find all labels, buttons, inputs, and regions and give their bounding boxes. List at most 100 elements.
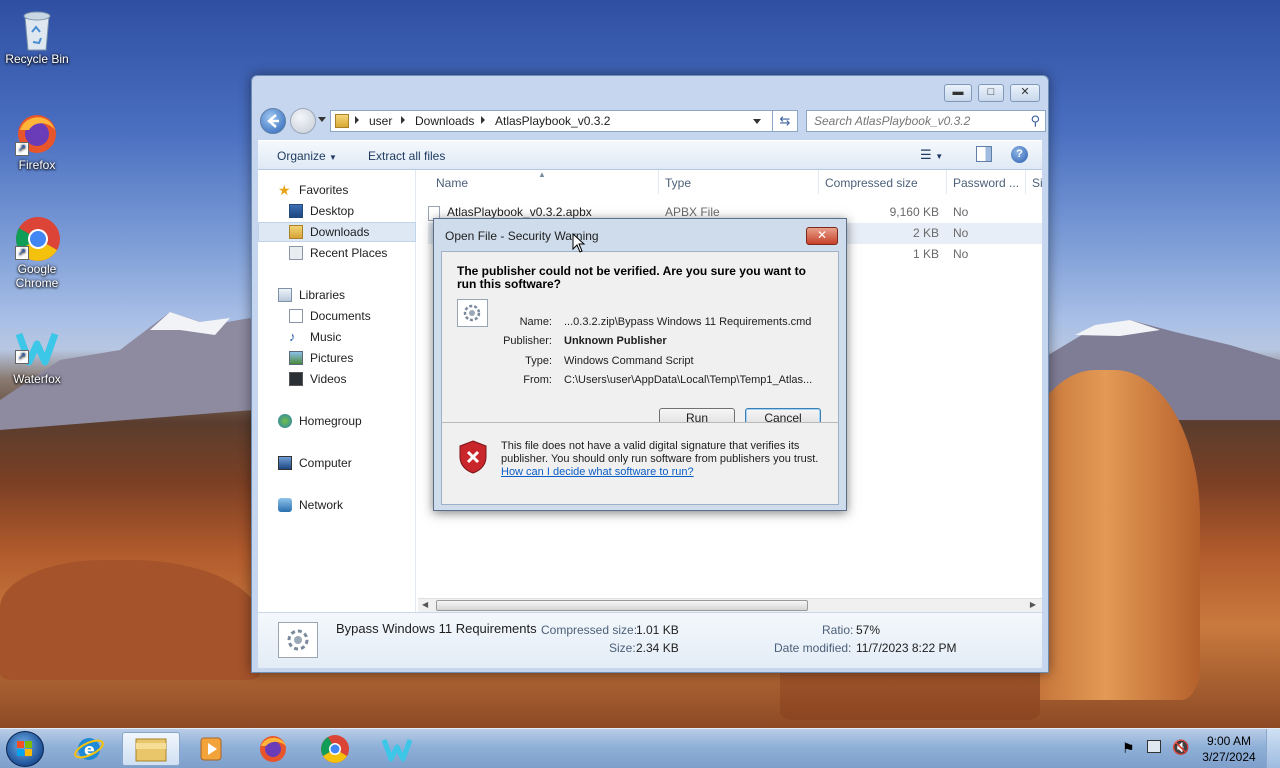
view-options-icon[interactable]: ☰ ▼ xyxy=(920,147,943,163)
media-player-icon xyxy=(200,737,222,761)
field-label: Publisher: xyxy=(503,335,552,347)
taskbar-firefox[interactable] xyxy=(244,732,302,766)
desktop-icon-label: Waterfox xyxy=(13,372,61,386)
column-size[interactable]: Si xyxy=(1032,176,1042,190)
address-dropdown-icon[interactable] xyxy=(753,119,761,124)
file-password: No xyxy=(953,226,969,240)
volume-muted-icon[interactable]: 🔇 xyxy=(1172,739,1189,756)
desktop-icon-google-chrome[interactable]: ↗ Google Chrome xyxy=(1,216,73,290)
chrome-icon: ↗ xyxy=(15,216,60,261)
system-clock[interactable]: 9:00 AM 3/27/2024 xyxy=(1196,733,1262,765)
address-bar[interactable]: user Downloads AtlasPlaybook_v0.3.2 xyxy=(330,110,798,132)
desktop-icon-recycle-bin[interactable]: Recycle Bin xyxy=(1,6,73,66)
nav-computer[interactable]: Computer xyxy=(258,453,416,473)
documents-icon xyxy=(289,309,303,323)
nav-videos[interactable]: Videos xyxy=(258,369,416,389)
dialog-question: The publisher could not be verified. Are… xyxy=(457,264,806,291)
nav-homegroup[interactable]: Homegroup xyxy=(258,411,416,431)
nav-libraries[interactable]: Libraries xyxy=(258,285,416,305)
desktop-icon-waterfox[interactable]: ↗ Waterfox xyxy=(1,326,73,386)
column-divider[interactable] xyxy=(818,170,819,194)
nav-desktop[interactable]: Desktop xyxy=(258,201,416,221)
nav-music[interactable]: ♪ Music xyxy=(258,327,416,347)
search-box[interactable]: ⚲ xyxy=(806,110,1046,132)
details-label: Date modified: xyxy=(774,641,852,655)
clock-date: 3/27/2024 xyxy=(1202,750,1256,764)
nav-downloads[interactable]: Downloads xyxy=(258,222,416,242)
firefox-icon xyxy=(260,736,286,762)
internet-explorer-icon: e xyxy=(74,738,104,760)
back-button[interactable] xyxy=(260,108,286,134)
shortcut-arrow-icon: ↗ xyxy=(15,142,29,156)
breadcrumb-separator-icon xyxy=(481,116,485,124)
taskbar-google-chrome[interactable] xyxy=(306,732,364,766)
column-compressed-size[interactable]: Compressed size xyxy=(825,176,918,190)
preview-pane-icon[interactable] xyxy=(976,146,992,162)
nav-label: Favorites xyxy=(299,183,349,197)
network-tray-icon[interactable] xyxy=(1147,740,1161,753)
column-divider[interactable] xyxy=(658,170,659,194)
waterfox-icon: ↗ xyxy=(15,326,59,370)
type-value: Windows Command Script xyxy=(564,355,694,367)
nav-network[interactable]: Network xyxy=(258,495,416,515)
horizontal-scrollbar[interactable]: ◀ ▶ xyxy=(418,598,1042,612)
nav-pictures[interactable]: Pictures xyxy=(258,348,416,368)
breadcrumb-atlasplaybook[interactable]: AtlasPlaybook_v0.3.2 xyxy=(495,114,610,128)
organize-menu[interactable]: Organize ▼ xyxy=(277,149,337,163)
nav-label: Desktop xyxy=(310,204,355,218)
window-titlebar[interactable]: ▬ □ ✕ xyxy=(252,76,1048,106)
organize-label: Organize xyxy=(277,149,326,163)
breadcrumb-user[interactable]: user xyxy=(369,114,392,128)
clock-time: 9:00 AM xyxy=(1206,734,1252,748)
extract-all-files-button[interactable]: Extract all files xyxy=(368,149,445,163)
taskbar-waterfox[interactable] xyxy=(368,732,426,766)
recycle-bin-icon xyxy=(15,6,59,51)
breadcrumb-downloads[interactable]: Downloads xyxy=(415,114,474,128)
taskbar-file-explorer[interactable] xyxy=(122,732,180,766)
minimize-button[interactable]: ▬ xyxy=(944,84,972,102)
nav-label: Documents xyxy=(310,309,371,323)
help-icon[interactable]: ? xyxy=(1011,146,1028,163)
window-close-button[interactable]: ✕ xyxy=(1010,84,1040,102)
nav-label: Recent Places xyxy=(310,246,388,260)
taskbar-media-player[interactable] xyxy=(182,732,240,766)
taskbar-internet-explorer[interactable]: e xyxy=(60,732,118,766)
start-button[interactable] xyxy=(6,731,44,767)
action-center-flag-icon[interactable]: ⚑ xyxy=(1122,740,1135,757)
column-divider[interactable] xyxy=(1025,170,1026,194)
details-label: Ratio: xyxy=(822,623,854,637)
desktop-icon-firefox[interactable]: ↗ Firefox xyxy=(1,112,73,172)
scroll-left-icon[interactable]: ◀ xyxy=(422,600,428,609)
refresh-button[interactable]: ⇆ xyxy=(772,110,798,132)
field-label: From: xyxy=(523,374,552,386)
help-link[interactable]: How can I decide what software to run? xyxy=(501,466,694,478)
field-label: Type: xyxy=(525,355,552,367)
column-name[interactable]: Name xyxy=(436,176,468,190)
show-desktop-button[interactable] xyxy=(1266,729,1280,768)
scrollbar-thumb[interactable] xyxy=(436,600,808,611)
scroll-right-icon[interactable]: ▶ xyxy=(1030,600,1036,609)
column-type[interactable]: Type xyxy=(665,176,691,190)
dialog-body: The publisher could not be verified. Are… xyxy=(441,251,839,505)
nav-label: Libraries xyxy=(299,288,346,302)
star-icon: ★ xyxy=(278,182,291,198)
shortcut-arrow-icon: ↗ xyxy=(15,350,29,364)
navigation-pane: ★ Favorites Desktop Downloads Recent Pla… xyxy=(258,170,416,612)
field-label: Name: xyxy=(519,316,552,328)
nav-documents[interactable]: Documents xyxy=(258,306,416,326)
warning-text: This file does not have a valid digital … xyxy=(501,440,819,465)
nav-recent-places[interactable]: Recent Places xyxy=(258,243,416,263)
desktop-icon-label: Recycle Bin xyxy=(5,52,69,66)
forward-button[interactable] xyxy=(290,108,316,134)
recent-pages-dropdown-icon[interactable] xyxy=(318,117,326,122)
details-value: 57% xyxy=(856,623,881,637)
details-label: Size: xyxy=(609,641,636,655)
nav-favorites[interactable]: ★ Favorites xyxy=(258,180,416,200)
search-input[interactable] xyxy=(807,111,1017,131)
column-divider[interactable] xyxy=(946,170,947,194)
address-row: user Downloads AtlasPlaybook_v0.3.2 ⇆ ⚲ xyxy=(258,108,1046,136)
maximize-button[interactable]: □ xyxy=(978,84,1004,102)
file-name-value: ...0.3.2.zip\Bypass Windows 11 Requireme… xyxy=(564,316,812,328)
dialog-close-button[interactable]: ✕ xyxy=(806,227,838,245)
column-password[interactable]: Password ... xyxy=(953,176,1019,190)
